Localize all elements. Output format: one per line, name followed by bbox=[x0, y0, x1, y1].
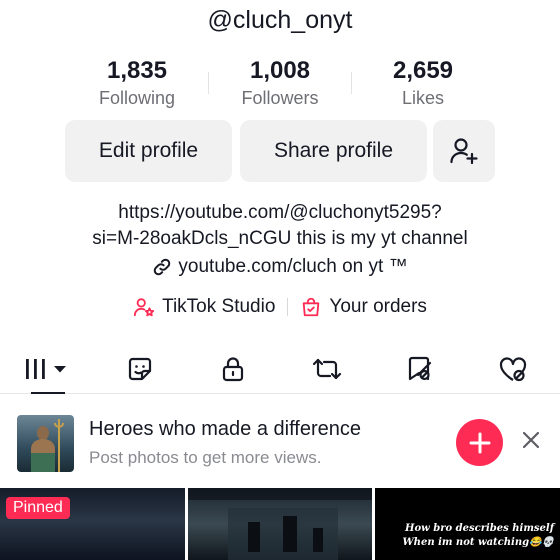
stat-following[interactable]: 1,835 Following bbox=[66, 58, 208, 110]
likes-label: Likes bbox=[401, 88, 445, 108]
pinned-badge: Pinned bbox=[6, 497, 70, 519]
repost-icon bbox=[312, 358, 341, 379]
meme-caption-line: How bro describes himself bbox=[405, 523, 555, 534]
lock-icon bbox=[223, 356, 244, 381]
your-orders-label: Your orders bbox=[329, 296, 427, 317]
photo-suggestion-banner: Heroes who made a difference Post photos… bbox=[0, 412, 560, 476]
stat-likes[interactable]: 2,659 Likes bbox=[352, 58, 494, 110]
plus-icon bbox=[469, 432, 490, 453]
profile-link-text: youtube.com/cluch on yt ™ bbox=[178, 256, 408, 277]
creator-tools-row: TikTok Studio Your orders bbox=[0, 296, 560, 318]
video-thumbnail[interactable]: Pinned bbox=[0, 488, 185, 560]
suggestion-title: Heroes who made a difference bbox=[89, 418, 362, 440]
profile-tabs bbox=[0, 344, 560, 394]
stat-followers[interactable]: 1,008 Followers bbox=[209, 58, 351, 110]
suggestion-thumbnail bbox=[17, 415, 74, 472]
followers-label: Followers bbox=[241, 88, 319, 108]
following-label: Following bbox=[98, 88, 176, 108]
following-count: 1,835 bbox=[106, 57, 168, 84]
profile-username: @cluch_onyt bbox=[207, 6, 353, 34]
bio-line: si=M-28oakDcls_nCGU this is my yt channe… bbox=[92, 228, 468, 249]
add-friend-button[interactable] bbox=[433, 120, 495, 182]
suggestion-subtitle: Post photos to get more views. bbox=[89, 448, 322, 467]
your-orders-link[interactable]: Your orders bbox=[300, 296, 427, 318]
bio-line: https://youtube.com/@cluchonyt5295? bbox=[118, 202, 442, 223]
share-profile-button[interactable]: Share profile bbox=[240, 120, 427, 182]
tiktok-studio-link[interactable]: TikTok Studio bbox=[133, 296, 275, 318]
close-icon bbox=[522, 431, 540, 449]
grid-videos-icon bbox=[25, 358, 66, 379]
sticker-icon bbox=[128, 357, 152, 380]
profile-stats: 1,835 Following 1,008 Followers 2,659 Li… bbox=[66, 58, 494, 110]
profile-link[interactable]: youtube.com/cluch on yt ™ bbox=[0, 256, 560, 278]
likes-count: 2,659 bbox=[392, 57, 454, 84]
tiktok-studio-label: TikTok Studio bbox=[162, 296, 276, 317]
tab-private[interactable] bbox=[187, 344, 280, 393]
studio-divider bbox=[287, 298, 289, 316]
studio-person-star-icon bbox=[133, 298, 155, 317]
followers-count: 1,008 bbox=[249, 57, 311, 84]
tab-reposts[interactable] bbox=[280, 344, 373, 393]
link-icon bbox=[154, 258, 171, 276]
dismiss-suggestion-button[interactable] bbox=[520, 429, 542, 451]
tab-videos[interactable] bbox=[0, 344, 93, 394]
meme-caption-line: When im not watching😂💀 bbox=[402, 537, 555, 548]
liked-heart-icon bbox=[500, 356, 527, 381]
tab-liked[interactable] bbox=[467, 344, 560, 393]
tab-favorites[interactable] bbox=[373, 344, 466, 393]
profile-bio: https://youtube.com/@cluchonyt5295? si=M… bbox=[0, 200, 560, 252]
shopping-bag-icon bbox=[303, 297, 320, 317]
video-thumbnail[interactable] bbox=[187, 488, 373, 560]
tab-stickers[interactable] bbox=[93, 344, 186, 393]
add-photo-button[interactable] bbox=[456, 419, 503, 466]
meme-caption: How bro describes himself When im not wa… bbox=[382, 522, 554, 550]
add-friend-icon bbox=[450, 138, 478, 165]
edit-profile-button[interactable]: Edit profile bbox=[65, 120, 232, 182]
bookmark-icon bbox=[408, 356, 432, 380]
video-grid: Pinned How bro describes himself When im… bbox=[0, 488, 560, 560]
video-thumbnail[interactable]: How bro describes himself When im not wa… bbox=[375, 488, 560, 560]
